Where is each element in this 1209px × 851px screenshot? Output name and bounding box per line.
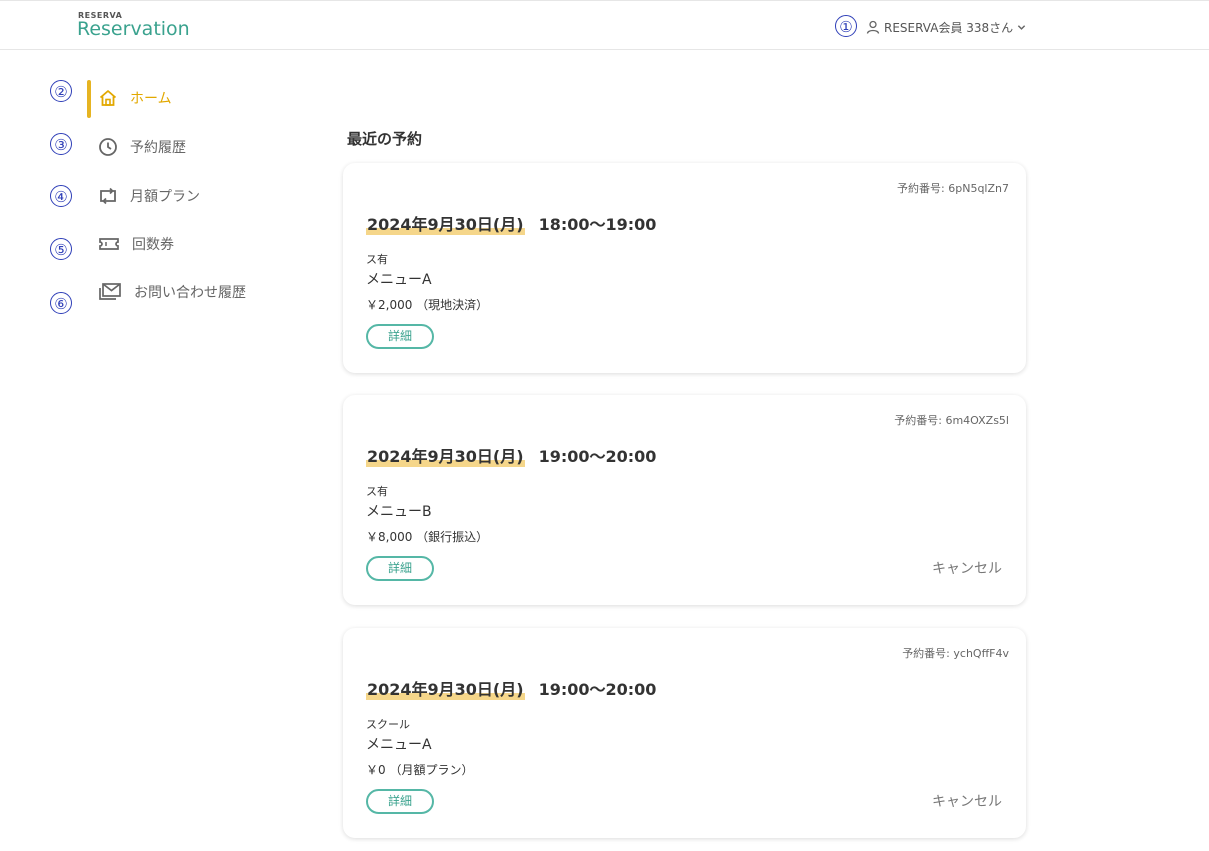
chevron-down-icon — [1018, 24, 1026, 30]
annotation-marker: ① — [835, 15, 857, 37]
user-icon — [866, 20, 880, 34]
sidebar-item-monthly-plan[interactable]: 月額プラン — [98, 176, 200, 216]
reservation-number: 予約番号: 6pN5qlZn7 — [897, 182, 1009, 195]
reservation-menu: メニューA — [366, 272, 432, 288]
ticket-icon — [99, 238, 119, 250]
cancel-button[interactable]: キャンセル — [932, 791, 1002, 811]
active-indicator — [87, 80, 91, 118]
annotation-marker: ④ — [50, 185, 72, 207]
reservation-time: 19:00〜20:00 — [538, 680, 657, 699]
app-header: RESERVA Reservation ① RESERVA会員 338さん — [0, 0, 1209, 50]
reservation-venue: ス有 — [366, 253, 388, 266]
sidebar-item-label: お問い合わせ履歴 — [134, 285, 246, 301]
repeat-icon — [100, 187, 116, 205]
sidebar-item-inquiries[interactable]: お問い合わせ履歴 — [98, 272, 246, 312]
reservation-date: 2024年9月30日(月) — [366, 443, 525, 467]
reservation-card: 予約番号: 6pN5qlZn7 2024年9月30日(月) 18:00〜19:0… — [343, 163, 1026, 373]
cancel-button[interactable]: キャンセル — [932, 558, 1002, 578]
detail-button[interactable]: 詳細 — [366, 556, 434, 581]
logo[interactable]: Reservation — [77, 18, 190, 40]
reservation-time: 19:00〜20:00 — [538, 447, 657, 466]
reservation-venue: スクール — [366, 718, 410, 731]
reservation-price: ￥8,000 （銀行振込） — [366, 530, 489, 544]
section-title: 最近の予約 — [347, 130, 423, 148]
detail-button[interactable]: 詳細 — [366, 789, 434, 814]
reservation-number: 予約番号: ychQffF4v — [902, 647, 1009, 660]
reservation-price: ￥2,000 （現地決済） — [366, 298, 489, 312]
sidebar-item-label: 月額プラン — [130, 189, 200, 205]
reservation-datetime: 2024年9月30日(月) 18:00〜19:00 — [366, 211, 656, 235]
detail-button[interactable]: 詳細 — [366, 324, 434, 349]
reservation-menu: メニューB — [366, 504, 432, 520]
annotation-marker: ⑤ — [50, 238, 72, 260]
clock-icon — [99, 138, 117, 156]
sidebar-item-home[interactable]: ホーム — [98, 78, 172, 118]
sidebar-item-history[interactable]: 予約履歴 — [98, 127, 186, 167]
reservation-price: ￥0 （月額プラン） — [366, 763, 474, 777]
annotation-marker: ② — [50, 80, 72, 102]
reservation-date: 2024年9月30日(月) — [366, 211, 525, 235]
user-name-label: RESERVA会員 338さん — [884, 20, 1014, 35]
sidebar-item-label: 予約履歴 — [130, 140, 186, 156]
sidebar-item-label: ホーム — [130, 91, 172, 107]
reservation-card: 予約番号: ychQffF4v 2024年9月30日(月) 19:00〜20:0… — [343, 628, 1026, 838]
reservation-datetime: 2024年9月30日(月) 19:00〜20:00 — [366, 443, 656, 467]
reservation-time: 18:00〜19:00 — [538, 215, 657, 234]
sidebar-item-tickets[interactable]: 回数券 — [98, 224, 174, 264]
mail-icon — [99, 283, 121, 300]
annotation-marker: ③ — [50, 133, 72, 155]
home-icon — [99, 90, 117, 106]
annotation-marker: ⑥ — [50, 292, 72, 314]
reservation-venue: ス有 — [366, 485, 388, 498]
user-menu[interactable]: RESERVA会員 338さん — [866, 17, 1030, 37]
reservation-number: 予約番号: 6m4OXZs5l — [894, 414, 1009, 427]
reservation-card: 予約番号: 6m4OXZs5l 2024年9月30日(月) 19:00〜20:0… — [343, 395, 1026, 605]
reservation-date: 2024年9月30日(月) — [366, 676, 525, 700]
sidebar-item-label: 回数券 — [132, 237, 174, 253]
reservation-datetime: 2024年9月30日(月) 19:00〜20:00 — [366, 676, 656, 700]
reservation-menu: メニューA — [366, 737, 432, 753]
